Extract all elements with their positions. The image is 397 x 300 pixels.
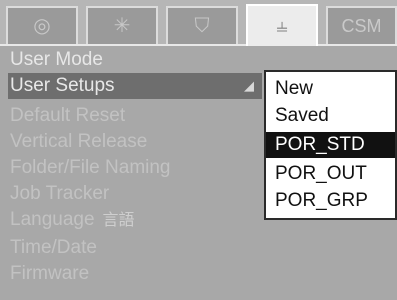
tab-circle[interactable]: ◎ — [6, 6, 78, 44]
submenu-item-por-std[interactable]: POR_STD — [266, 132, 395, 158]
menu-item-label: Default Reset — [10, 105, 126, 126]
menu-item-label: Vertical Release — [10, 131, 148, 152]
tab-shield[interactable]: ⛉ — [166, 6, 238, 44]
submenu-item-por-grp[interactable]: POR_GRP — [266, 188, 395, 214]
tab-bar: ◎ ✳ ⛉ ⫨ CSM — [0, 0, 397, 46]
menu-item-job-tracker[interactable]: Job Tracker — [10, 181, 260, 207]
shield-icon: ⛉ — [194, 15, 210, 37]
menu-item-label: Firmware — [10, 263, 90, 284]
menu-item-label: Job Tracker — [10, 183, 110, 204]
menu-item-language[interactable]: Language 言語 — [10, 207, 260, 233]
tab-csm-label: CSM — [341, 15, 382, 36]
submenu-item-label: POR_STD — [275, 134, 365, 155]
menu-item-time-date[interactable]: Time/Date — [10, 235, 260, 261]
language-native-label: 言語 — [102, 212, 135, 229]
tab-sparkle[interactable]: ✳ — [86, 6, 158, 44]
menu-item-label: User Setups — [10, 75, 115, 96]
device-screen: ◎ ✳ ⛉ ⫨ CSM User Mode User Setups ◢ Defa… — [0, 0, 397, 300]
menu-item-vertical-release[interactable]: Vertical Release — [10, 129, 260, 155]
tab-csm[interactable]: CSM — [326, 6, 397, 44]
submenu-item-new[interactable]: New — [266, 76, 395, 102]
user-setups-submenu: New Saved POR_STD POR_OUT POR_GRP — [264, 70, 397, 220]
sparkle-icon: ✳ — [113, 15, 131, 37]
submenu-item-label: New — [275, 78, 314, 99]
submenu-item-label: POR_GRP — [275, 190, 368, 211]
submenu-item-label: POR_OUT — [275, 163, 367, 184]
circle-icon: ◎ — [33, 15, 51, 37]
menu-item-folder-file-naming[interactable]: Folder/File Naming — [10, 155, 260, 181]
menu-item-label: User Mode — [10, 49, 103, 70]
menu-item-user-setups[interactable]: User Setups ◢ — [8, 73, 262, 99]
submenu-item-label: Saved — [275, 105, 329, 126]
submenu-item-saved[interactable]: Saved — [266, 103, 395, 129]
menu-item-firmware[interactable]: Firmware — [10, 261, 260, 287]
menu-item-label: Folder/File Naming — [10, 157, 171, 178]
submenu-arrow-icon: ◢ — [244, 78, 254, 93]
menu-item-label: Language — [10, 209, 95, 230]
tab-tools[interactable]: ⫨ — [246, 4, 318, 46]
menu-item-user-mode[interactable]: User Mode — [10, 47, 260, 73]
menu-item-default-reset[interactable]: Default Reset — [10, 103, 260, 129]
tools-icon: ⫨ — [276, 15, 288, 37]
menu-item-label: Time/Date — [10, 237, 97, 258]
submenu-item-por-out[interactable]: POR_OUT — [266, 161, 395, 187]
